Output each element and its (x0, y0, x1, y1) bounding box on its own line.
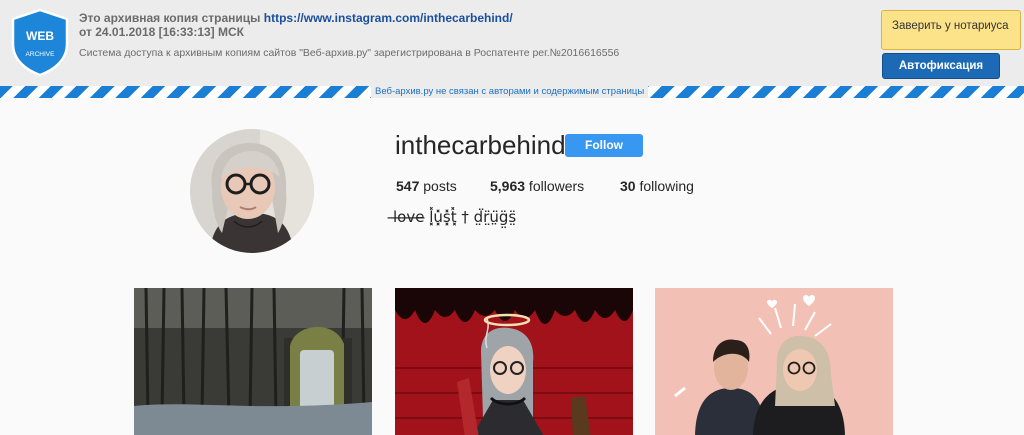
archived-url-link[interactable]: https://www.instagram.com/inthecarbehind… (264, 11, 513, 25)
follow-button[interactable]: Follow (565, 134, 643, 157)
posts-count: 547 (396, 178, 420, 194)
logo-text-web: WEB (26, 29, 54, 43)
profile-username: inthecarbehind (395, 130, 566, 160)
post-thumbnail-illustration[interactable] (395, 288, 633, 435)
archive-date: от 24.01.2018 [16:33:13] МСК (79, 25, 244, 39)
archive-notice: Система доступа к архивным копиям сайтов… (79, 47, 620, 59)
posts-label: posts (419, 178, 457, 194)
followers-stat[interactable]: 5,963 followers (490, 178, 584, 194)
illustration-red (395, 288, 633, 435)
web-archive-logo-icon[interactable]: WEB ARCHIVE (10, 8, 70, 76)
couple-photo (655, 288, 893, 435)
autofix-button[interactable]: Автофиксация (882, 53, 1000, 79)
notarize-button[interactable]: Заверить у нотариуса (881, 10, 1021, 50)
post-thumbnail-forest[interactable] (134, 288, 372, 435)
archive-disclaimer-link[interactable]: Веб-архив.ру не связан с авторами и соде… (371, 86, 649, 98)
following-stat[interactable]: 30 following (620, 178, 694, 194)
followers-label: followers (525, 178, 585, 194)
post-thumbnail-couple[interactable] (655, 288, 893, 435)
posts-stat: 547 posts (396, 178, 457, 194)
archive-title: Это архивная копия страницы https://www.… (79, 11, 513, 25)
following-label: following (635, 178, 694, 194)
forest-photo (134, 288, 372, 435)
logo-text-archive: ARCHIVE (26, 51, 56, 58)
followers-count: 5,963 (490, 178, 526, 194)
avatar-image (190, 129, 314, 253)
archive-title-prefix: Это архивная копия страницы (79, 11, 261, 25)
profile-avatar[interactable] (190, 129, 314, 253)
archive-banner: WEB ARCHIVE Это архивная копия страницы … (0, 0, 1024, 87)
profile-bio: l̶o̶v̶e̶ l͓̽u͓̽s͓̽t͓̽ † d̤̈r̤̈ṳ̈g̤̈s̤̈ (393, 208, 517, 226)
following-count: 30 (620, 178, 636, 194)
